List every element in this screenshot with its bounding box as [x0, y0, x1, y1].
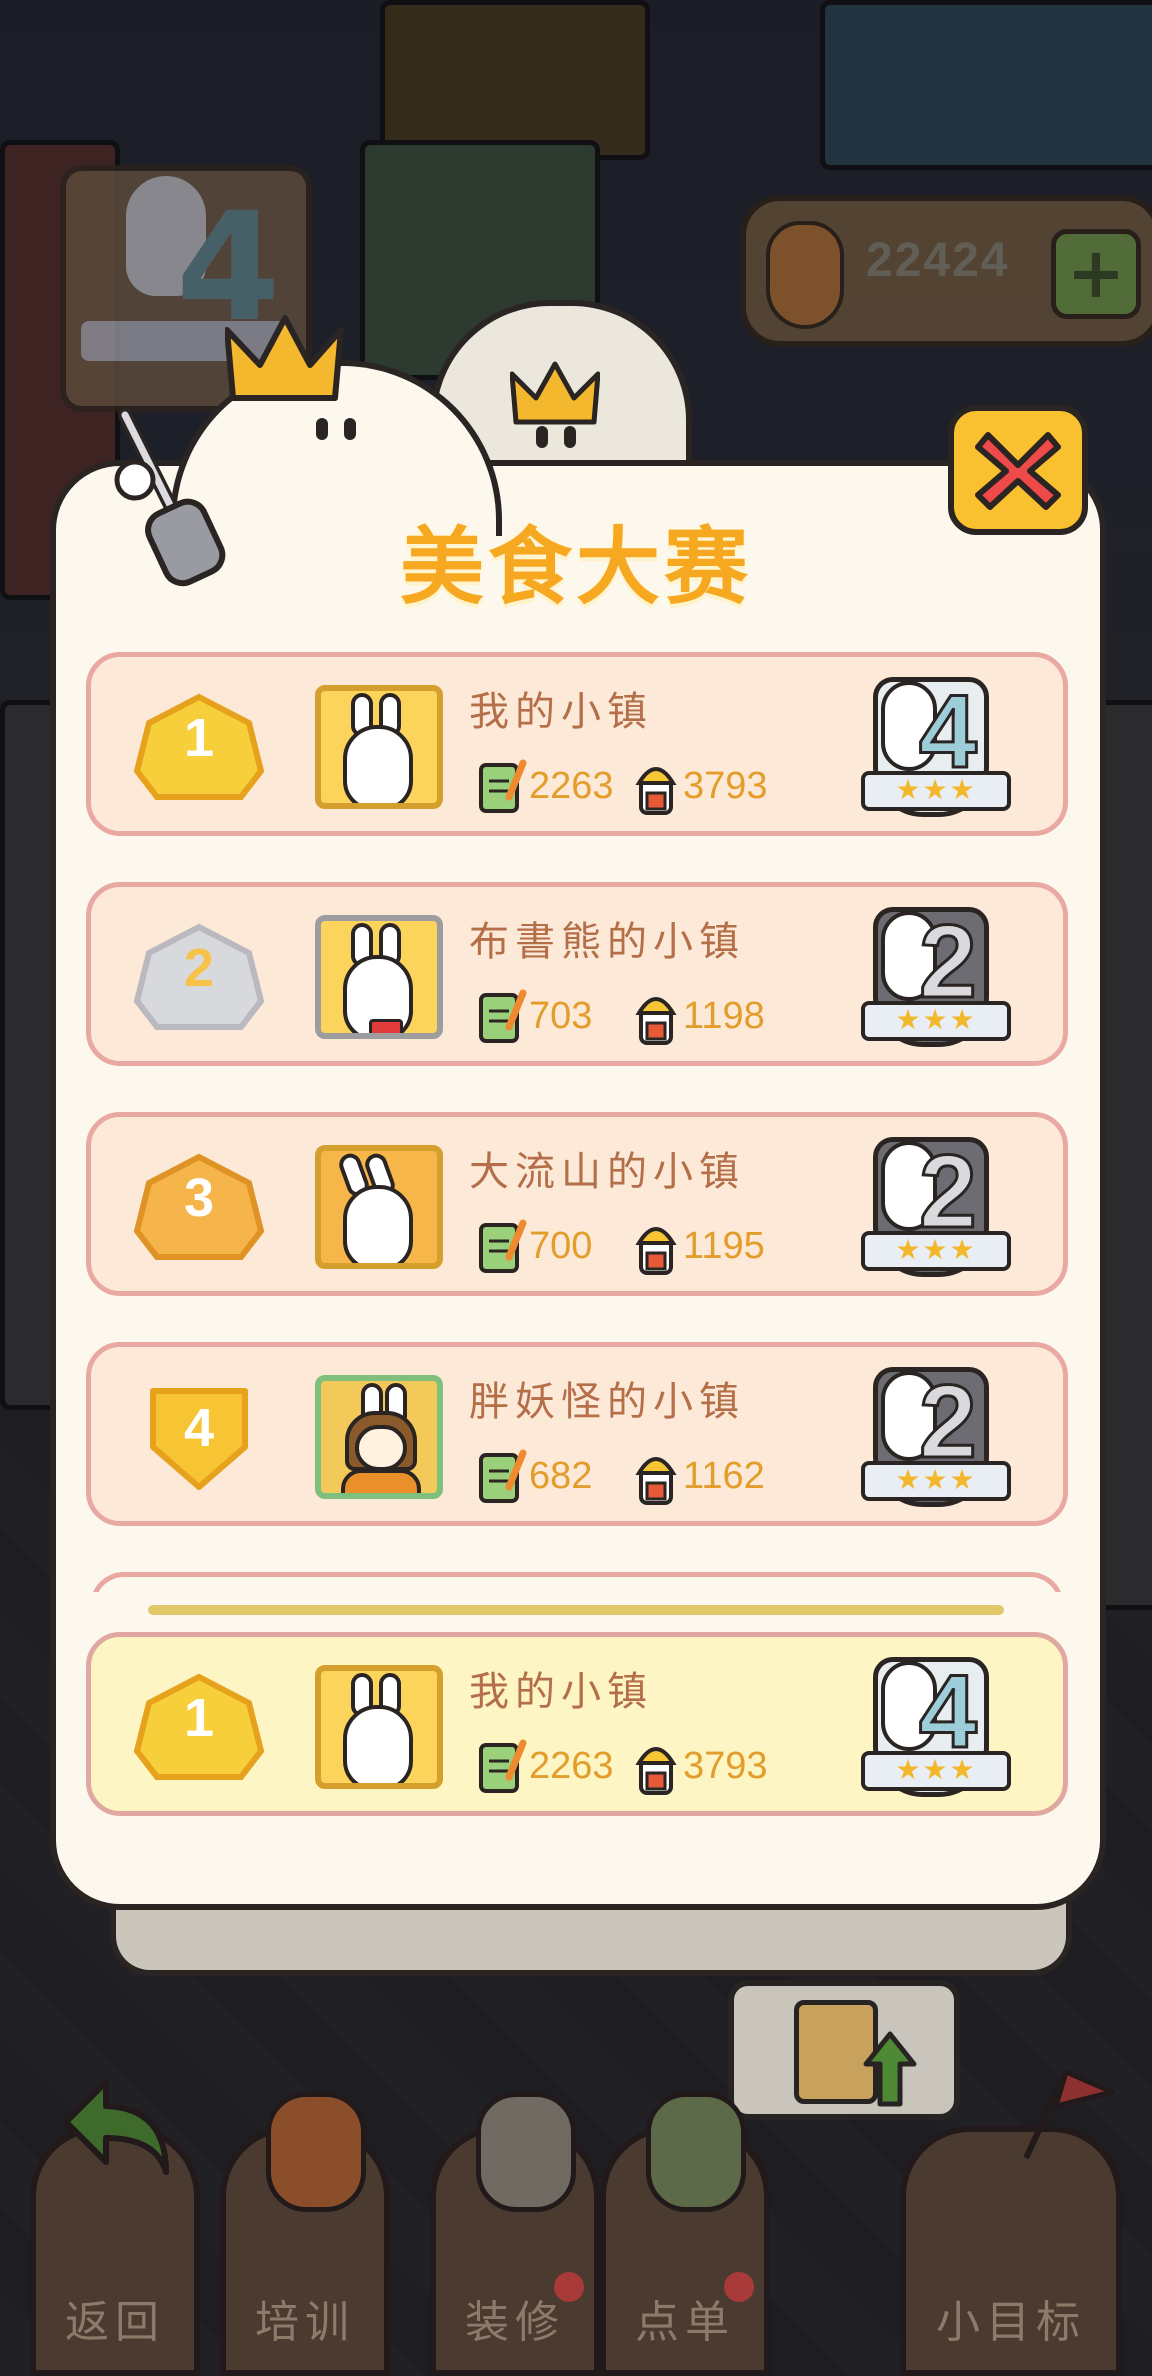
rank-medal-silver: 2 — [129, 923, 269, 1033]
dishes-value: 703 — [529, 995, 593, 1037]
my-ranking-row[interactable]: 1 我的小镇 2263 3793 4 ★★★ — [86, 1632, 1068, 1816]
nav-label: 点单 — [635, 2297, 735, 2348]
my-rank-divider — [148, 1605, 1004, 1615]
town-name: 布書熊的小镇 — [469, 919, 745, 965]
score-value: 1195 — [683, 1225, 765, 1267]
badge-stars: ★★★ — [895, 1233, 977, 1266]
add-carrot-button[interactable]: + — [1051, 229, 1141, 319]
town-level-badge: 4 ★★★ — [861, 1651, 1011, 1809]
builder-bunny-icon — [635, 767, 677, 815]
order-clipboard-icon — [479, 1449, 527, 1503]
rank-medal-bronze: 3 — [129, 1153, 269, 1263]
crown-icon-small — [510, 361, 600, 425]
badge-stars: ★★★ — [895, 1003, 977, 1036]
nav-label: 小目标 — [936, 2297, 1086, 2348]
town-level-badge: 2 ★★★ — [861, 901, 1011, 1059]
carrot-icon — [766, 221, 844, 329]
rank-shield: 4 — [129, 1383, 269, 1493]
player-avatar — [315, 915, 443, 1039]
builder-bunny-icon — [635, 1747, 677, 1795]
rank-number: 3 — [183, 1168, 215, 1228]
nav-goals[interactable]: 小目标 — [900, 2069, 1122, 2376]
score-value: 3793 — [683, 1745, 768, 1787]
town-level-badge: 2 ★★★ — [861, 1131, 1011, 1289]
close-x-icon — [975, 432, 1061, 510]
nav-label: 培训 — [255, 2297, 355, 2348]
ranking-row[interactable]: 3 大流山的小镇 700 1195 2 ★★★ — [86, 1112, 1068, 1296]
dishes-value: 700 — [529, 1225, 593, 1267]
order-clipboard-icon — [479, 989, 527, 1043]
town-name: 我的小镇 — [469, 689, 653, 735]
builder-bunny-icon — [476, 2092, 576, 2212]
order-clipboard-icon — [479, 759, 527, 813]
goal-task-sign[interactable] — [728, 1980, 960, 2120]
builder-bunny-icon — [635, 1457, 677, 1505]
carrot-trainer-icon — [266, 2092, 366, 2212]
player-avatar — [315, 1665, 443, 1789]
ranking-row[interactable]: 4 胖妖怪的小镇 682 1162 2 ★★★ — [86, 1342, 1068, 1526]
nav-orders[interactable]: 点单 — [600, 2092, 770, 2376]
rank-number: 1 — [183, 1688, 215, 1748]
ranking-row[interactable]: 1 我的小镇 2263 3793 4 ★★★ — [86, 652, 1068, 836]
badge-stars: ★★★ — [895, 1753, 977, 1786]
back-arrow-icon — [63, 2079, 169, 2175]
rank-number: 2 — [183, 938, 215, 998]
player-avatar — [315, 685, 443, 809]
dishes-value: 2263 — [529, 1745, 614, 1787]
score-value: 1198 — [683, 995, 765, 1037]
player-avatar — [315, 1375, 443, 1499]
carrot-counter: 22424 + — [740, 195, 1152, 347]
order-clipboard-icon — [479, 1219, 527, 1273]
rank-number: 1 — [183, 708, 215, 768]
town-name: 我的小镇 — [469, 1669, 653, 1715]
town-level-badge: 4 ★★★ — [861, 671, 1011, 829]
nav-training[interactable]: 培训 — [220, 2092, 390, 2376]
mascot-eye-right — [344, 418, 356, 440]
up-arrow-icon — [863, 2031, 917, 2107]
score-value: 1162 — [683, 1455, 765, 1497]
order-clipboard-icon — [479, 1739, 527, 1793]
nav-label: 装修 — [465, 2297, 565, 2348]
badge-stars: ★★★ — [895, 1463, 977, 1496]
goal-flag-icon — [1023, 2069, 1115, 2160]
rank-medal-gold: 1 — [129, 1673, 269, 1783]
score-value: 3793 — [683, 765, 768, 807]
order-list-icon — [646, 2092, 746, 2212]
rank-medal-gold: 1 — [129, 693, 269, 803]
ranking-row[interactable]: 2 布書熊的小镇 703 1198 2 ★★★ — [86, 882, 1068, 1066]
carrot-count: 22424 — [866, 234, 1010, 287]
dishes-value: 2263 — [529, 765, 614, 807]
badge-stars: ★★★ — [895, 773, 977, 806]
dishes-value: 682 — [529, 1455, 593, 1497]
crown-icon — [225, 315, 344, 401]
town-name: 大流山的小镇 — [469, 1149, 745, 1195]
rank-number: 4 — [183, 1398, 215, 1458]
builder-bunny-icon — [635, 997, 677, 1045]
town-name: 胖妖怪的小镇 — [469, 1379, 745, 1425]
nav-decorate[interactable]: 装修 — [430, 2092, 600, 2376]
mascot-eye-left — [316, 418, 328, 440]
player-avatar — [315, 1145, 443, 1269]
builder-bunny-icon — [635, 1227, 677, 1275]
town-level-badge: 2 ★★★ — [861, 1361, 1011, 1519]
nav-back[interactable]: 返回 — [30, 2079, 200, 2376]
nav-label: 返回 — [65, 2297, 165, 2348]
close-button[interactable] — [948, 405, 1088, 535]
